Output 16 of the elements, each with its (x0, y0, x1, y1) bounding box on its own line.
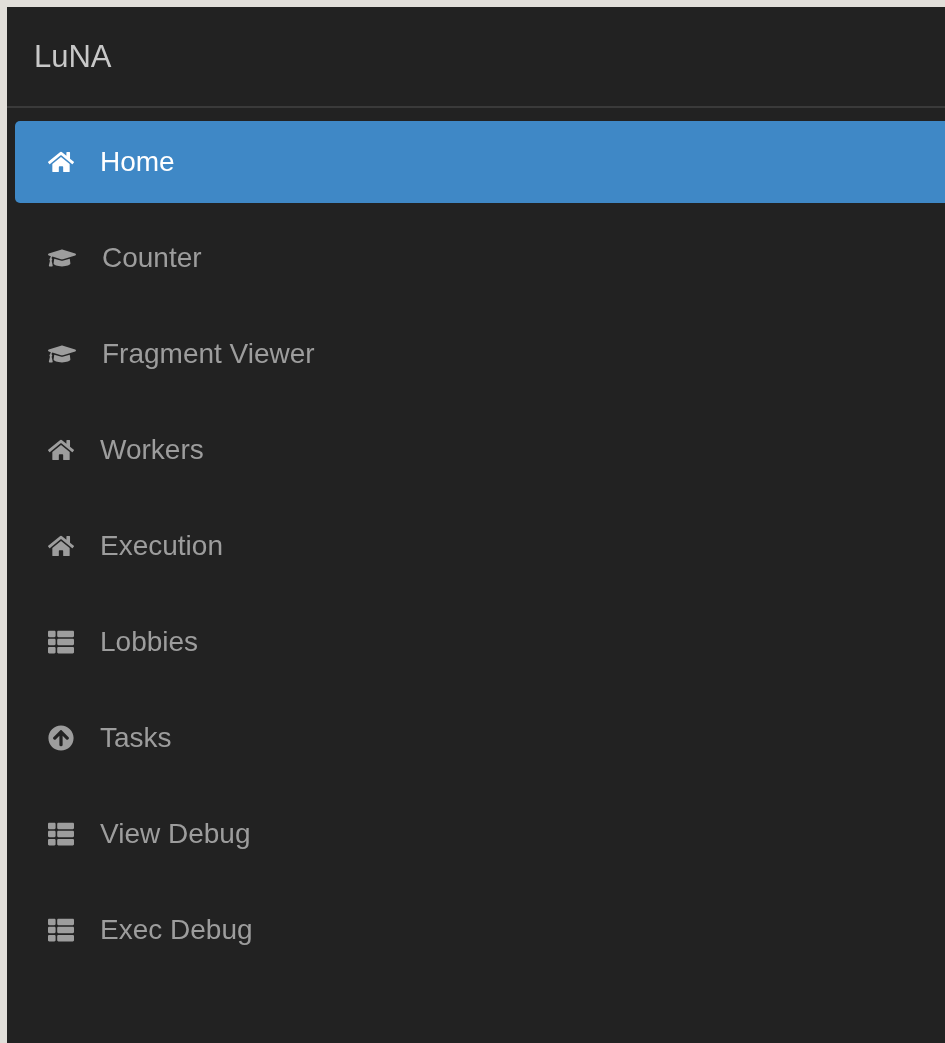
nav-item[interactable]: Lobbies (15, 601, 945, 683)
nav-item[interactable]: Fragment Viewer (15, 313, 945, 395)
list-icon (48, 917, 74, 943)
nav-item[interactable]: Tasks (15, 697, 945, 779)
home-icon (48, 437, 74, 463)
nav-item[interactable]: Exec Debug (15, 889, 945, 971)
nav-item[interactable]: View Debug (15, 793, 945, 875)
nav-item[interactable]: Counter (15, 217, 945, 299)
list-icon (48, 629, 74, 655)
brand-title: LuNA (34, 38, 112, 75)
home-icon (48, 149, 74, 175)
home-icon (48, 533, 74, 559)
list-icon (48, 821, 74, 847)
nav-item[interactable]: Workers (15, 409, 945, 491)
nav-item[interactable]: Home (15, 121, 945, 203)
nav-item[interactable]: Execution (15, 505, 945, 587)
